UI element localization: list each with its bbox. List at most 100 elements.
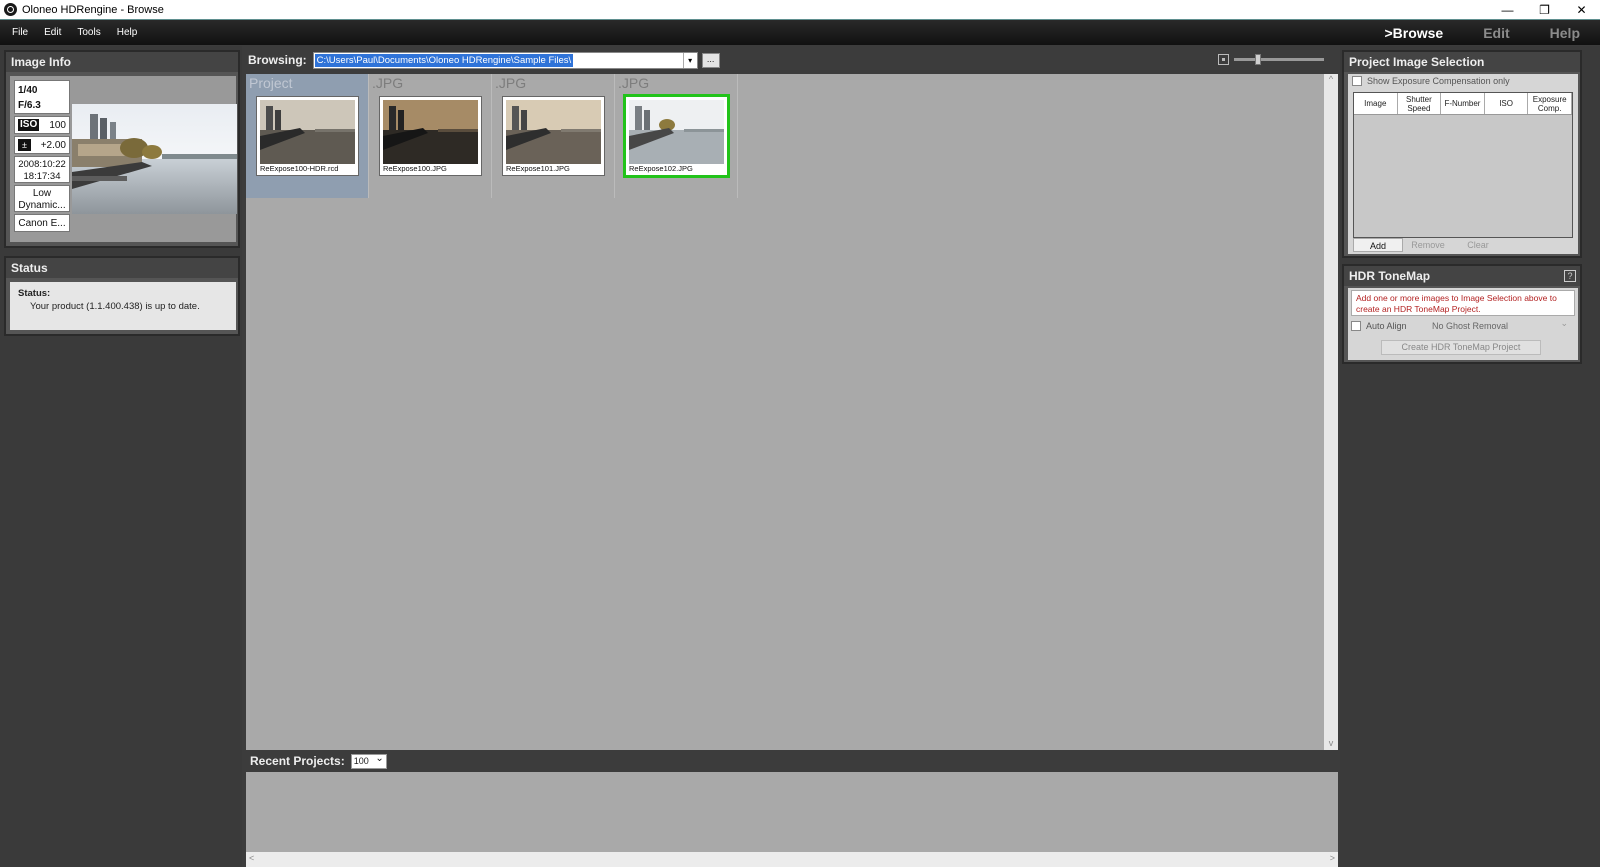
column-iso[interactable]: ISO [1485, 93, 1529, 114]
minimize-button[interactable]: — [1489, 0, 1526, 19]
path-combobox[interactable]: C:\Users\Paul\Documents\Oloneo HDRengine… [312, 51, 698, 69]
thumbnail-cell[interactable]: Project ReExpose100-HDR.rcd [246, 74, 369, 198]
thumbnail-filename: ReExpose101.JPG [506, 164, 570, 173]
clear-button[interactable]: Clear [1453, 238, 1503, 252]
fit-zoom-icon[interactable] [1218, 54, 1229, 65]
scroll-left-icon[interactable]: < [249, 853, 254, 863]
exposure-comp-value: +2.00 [40, 139, 66, 151]
hdr-options-row: Auto Align No Ghost Removal [1351, 316, 1575, 333]
thumbnail-image [629, 100, 724, 164]
path-dropdown-icon[interactable]: ▾ [682, 52, 697, 68]
menu-file[interactable]: File [0, 27, 36, 38]
thumbnail-filename: ReExpose102.JPG [629, 164, 693, 173]
add-button[interactable]: Add [1353, 238, 1403, 252]
show-exposure-only-row[interactable]: Show Exposure Compensation only [1348, 74, 1578, 88]
zoom-slider-handle[interactable] [1255, 54, 1261, 65]
window-title: Oloneo HDRengine - Browse [22, 3, 164, 16]
mode-browse[interactable]: >Browse [1364, 25, 1463, 41]
show-exposure-only-checkbox[interactable] [1352, 76, 1362, 86]
mode-switcher: >Browse Edit Help [1364, 20, 1600, 46]
project-image-selection-body: Show Exposure Compensation only Image Sh… [1348, 74, 1578, 254]
exposure-box: 1/40 F/6.3 [14, 80, 70, 114]
browsing-label: Browsing: [248, 53, 307, 67]
create-hdr-tonemap-button[interactable]: Create HDR ToneMap Project [1381, 340, 1541, 355]
auto-align-label: Auto Align [1366, 321, 1407, 331]
thumbnail-cell[interactable]: .JPG ReExpose100.JPG [369, 74, 492, 198]
thumbnail-cell[interactable]: .JPG ReExpose101.JPG [492, 74, 615, 198]
image-preview [72, 104, 237, 214]
recent-horizontal-scrollbar[interactable]: < > [246, 852, 1338, 867]
thumbnail-card[interactable]: ReExpose100.JPG [379, 96, 482, 176]
iso-box: ISO 100 [14, 116, 70, 134]
datetime-box: 2008:10:22 18:17:34 [14, 156, 70, 183]
thumbnail-cell[interactable]: .JPG ReExpose102.JPG [615, 74, 738, 198]
dynamic-range-box: Low Dynamic... [14, 185, 70, 212]
window-controls: — ❐ ✕ [1489, 0, 1600, 19]
thumbnail-filename: ReExpose100-HDR.rcd [260, 164, 339, 173]
thumbnail-card[interactable]: ReExpose100-HDR.rcd [256, 96, 359, 176]
restore-button[interactable]: ❐ [1526, 0, 1563, 19]
capture-time: 18:17:34 [23, 171, 61, 182]
column-shutter-speed[interactable]: Shutter Speed [1398, 93, 1442, 114]
thumbnail-zoom [1218, 54, 1324, 65]
menu-bar: File Edit Tools Help >Browse Edit Help [0, 19, 1600, 45]
help-icon[interactable]: ? [1564, 270, 1576, 282]
column-f-number[interactable]: F-Number [1441, 93, 1485, 114]
status-title: Status [6, 258, 238, 278]
capture-date: 2008:10:22 [18, 159, 66, 170]
column-image[interactable]: Image [1354, 93, 1398, 114]
menu-tools[interactable]: Tools [69, 27, 108, 38]
thumbnail-type: .JPG [372, 75, 404, 91]
show-exposure-only-label: Show Exposure Compensation only [1367, 76, 1510, 86]
project-image-selection-title: Project Image Selection [1344, 52, 1580, 72]
title-bar: Oloneo HDRengine - Browse — ❐ ✕ [0, 0, 1600, 19]
thumbnail-type: .JPG [495, 75, 527, 91]
thumbnail-filename: ReExpose100.JPG [383, 164, 447, 173]
path-input[interactable]: C:\Users\Paul\Documents\Oloneo HDRengine… [314, 53, 574, 67]
image-info-body: 1/40 F/6.3 ISO 100 ± +2.00 2008:10:22 18… [10, 76, 237, 242]
thumbnail-image [506, 100, 601, 164]
scroll-right-icon[interactable]: > [1330, 853, 1335, 863]
right-sidebar: Project Image Selection Show Exposure Co… [1340, 46, 1600, 867]
recent-projects-list [246, 772, 1338, 852]
thumbnail-image [383, 100, 478, 164]
auto-align-checkbox[interactable] [1351, 321, 1361, 331]
thumbnail-type: Project [249, 75, 293, 91]
thumbnail-type: .JPG [618, 75, 650, 91]
hdr-tonemap-panel: HDR ToneMap ? Add one or more images to … [1342, 264, 1582, 364]
hdr-tonemap-message: Add one or more images to Image Selectio… [1351, 290, 1575, 316]
close-button[interactable]: ✕ [1563, 0, 1600, 19]
image-selection-table: Image Shutter Speed F-Number ISO Exposur… [1353, 92, 1573, 238]
thumbnail-image [260, 100, 355, 164]
project-image-selection-panel: Project Image Selection Show Exposure Co… [1342, 50, 1582, 258]
menu-help[interactable]: Help [109, 27, 146, 38]
remove-button[interactable]: Remove [1403, 238, 1453, 252]
camera-box: Canon E... [14, 214, 70, 232]
browse-folder-button[interactable]: ... [701, 52, 720, 68]
recent-projects-count-select[interactable]: 100 [350, 752, 387, 769]
iso-icon: ISO [18, 119, 40, 131]
app-logo-icon [4, 3, 17, 16]
browse-bar: Browsing: C:\Users\Paul\Documents\Oloneo… [242, 46, 1340, 74]
menu-edit[interactable]: Edit [36, 27, 69, 38]
hdr-tonemap-title: HDR ToneMap [1344, 266, 1580, 286]
exposure-comp-icon: ± [18, 139, 31, 151]
iso-value: 100 [49, 119, 66, 131]
status-message: Your product (1.1.400.438) is up to date… [30, 301, 200, 312]
status-panel: Status Status: Your product (1.1.400.438… [4, 256, 240, 336]
table-header: Image Shutter Speed F-Number ISO Exposur… [1354, 93, 1572, 115]
ghost-removal-select[interactable]: No Ghost Removal [1429, 316, 1571, 333]
selection-buttons: Add Remove Clear [1353, 238, 1503, 254]
thumbnail-vertical-scrollbar[interactable]: ^ v [1324, 74, 1338, 750]
thumbnail-grid: Project ReExpose100-HDR.rcd .JPG ReExpos… [246, 74, 1324, 750]
shutter-speed: 1/40 [18, 85, 38, 96]
zoom-slider[interactable] [1234, 54, 1324, 65]
thumbnail-card-highlighted[interactable]: ReExpose102.JPG [623, 94, 730, 178]
thumbnail-card[interactable]: ReExpose101.JPG [502, 96, 605, 176]
scroll-up-icon[interactable]: ^ [1324, 74, 1338, 86]
mode-help[interactable]: Help [1530, 25, 1600, 41]
recent-projects-bar: Recent Projects: 100 [246, 750, 1338, 772]
scroll-down-icon[interactable]: v [1324, 738, 1338, 750]
column-exposure-comp[interactable]: Exposure Comp. [1528, 93, 1572, 114]
mode-edit[interactable]: Edit [1463, 25, 1529, 41]
